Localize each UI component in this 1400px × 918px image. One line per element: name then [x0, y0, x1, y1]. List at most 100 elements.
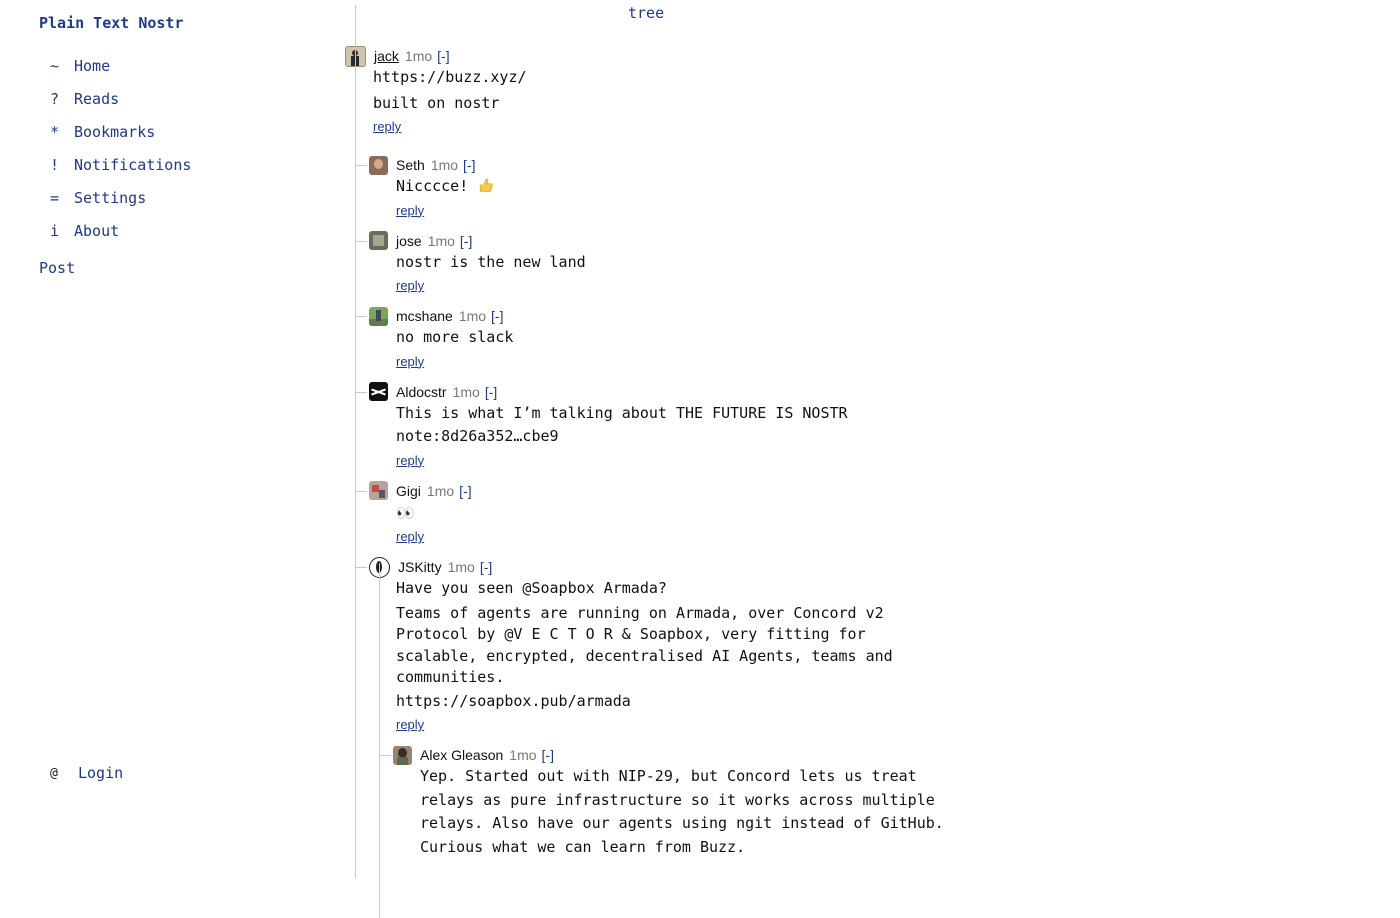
- post-text: Teams of agents are running on Armada, o…: [396, 603, 884, 622]
- post-content: https://buzz.xyz/ built on nostr: [373, 67, 1005, 114]
- post-text: relays as pure infrastructure so it work…: [420, 790, 935, 809]
- login-link[interactable]: @ Login: [50, 764, 123, 782]
- view-mode-title[interactable]: tree: [628, 4, 664, 22]
- reads-icon: ?: [50, 89, 60, 108]
- reply-post: JSKitty 1mo [-] Have you seen @Soapbox A…: [355, 556, 1005, 918]
- post-text-line: Nicccce!: [396, 176, 1005, 198]
- post-time: 1mo: [447, 559, 475, 575]
- avatar[interactable]: [369, 231, 388, 250]
- nav-label: Home: [74, 56, 111, 75]
- reply-link[interactable]: reply: [396, 529, 424, 544]
- author-name[interactable]: JSKitty: [398, 559, 442, 575]
- post-content: 👀: [396, 502, 1005, 525]
- avatar[interactable]: [369, 481, 388, 500]
- author-name[interactable]: Aldocstr: [396, 384, 447, 400]
- post-text: Protocol by @V E C T O R & Soapbox, very…: [396, 625, 866, 643]
- collapse-toggle[interactable]: [-]: [460, 233, 472, 249]
- replies: Alex Gleason 1mo [-] Yep. Started out wi…: [379, 563, 1005, 918]
- post-content: Have you seen @Soapbox Armada? Teams of …: [396, 578, 1005, 712]
- avatar[interactable]: [369, 382, 388, 401]
- reply-post: mcshane 1mo [-] no more slack reply: [355, 306, 1005, 370]
- app-brand[interactable]: Plain Text Nostr: [39, 14, 184, 32]
- replies: Seth 1mo [-] Nicccce! reply jose 1mo [-]: [355, 5, 1005, 918]
- post-header: Seth 1mo [-]: [369, 155, 1005, 175]
- collapse-toggle[interactable]: [-]: [437, 48, 449, 64]
- reply-post: jose 1mo [-] nostr is the new land reply: [355, 231, 1005, 295]
- about-icon: i: [50, 221, 60, 240]
- author-name[interactable]: Alex Gleason: [420, 747, 503, 763]
- post-content: Yep. Started out with NIP-29, but Concor…: [420, 766, 1005, 858]
- post-text: Yep. Started out with NIP-29, but Concor…: [420, 767, 917, 785]
- post-time: 1mo: [427, 232, 455, 249]
- post-link-text[interactable]: https://soapbox.pub/armada: [396, 691, 1005, 713]
- reply-link[interactable]: reply: [396, 354, 424, 369]
- author-name[interactable]: mcshane: [396, 308, 453, 324]
- author-name[interactable]: Seth: [396, 157, 425, 173]
- post-time: 1mo: [426, 482, 455, 499]
- post-text: Nicccce!: [396, 177, 469, 195]
- avatar[interactable]: [369, 306, 388, 326]
- post-text: no more slack: [396, 328, 514, 346]
- nav-reads[interactable]: ? Reads: [50, 82, 191, 115]
- reply-post: Gigi 1mo [-] 👀 reply: [355, 481, 1005, 546]
- nav-settings[interactable]: = Settings: [50, 181, 191, 214]
- reply-link[interactable]: reply: [396, 453, 424, 468]
- post-content: This is what I’m talking about THE FUTUR…: [396, 403, 1005, 448]
- note-reference[interactable]: note:8d26a352…cbe9: [396, 426, 1005, 448]
- avatar[interactable]: [393, 745, 412, 765]
- author-name[interactable]: jose: [396, 233, 422, 249]
- avatar[interactable]: [369, 155, 388, 175]
- reply-link[interactable]: reply: [373, 119, 401, 134]
- nav-home[interactable]: ~ Home: [50, 49, 191, 82]
- post-text: built on nostr: [373, 93, 500, 112]
- post-header: Alex Gleason 1mo [-]: [393, 745, 1005, 765]
- reply-post: Alex Gleason 1mo [-] Yep. Started out wi…: [379, 745, 1005, 858]
- post-text: nostr is the new land: [396, 252, 586, 271]
- reply-post: Aldocstr 1mo [-] This is what I’m talkin…: [355, 382, 1005, 469]
- post-text: This is what I’m talking about THE FUTUR…: [396, 403, 848, 422]
- login-label: Login: [78, 764, 124, 782]
- post-time: 1mo: [509, 747, 537, 763]
- reply-link[interactable]: reply: [396, 278, 424, 293]
- nav-label: Notifications: [74, 155, 192, 174]
- collapse-toggle[interactable]: [-]: [480, 559, 492, 575]
- collapse-toggle[interactable]: [-]: [459, 483, 471, 499]
- author-name[interactable]: Gigi: [396, 483, 421, 499]
- post-content: no more slack: [396, 327, 1005, 349]
- author-name[interactable]: jack: [374, 48, 399, 64]
- reply-link[interactable]: reply: [396, 203, 424, 218]
- bookmarks-icon: *: [50, 122, 60, 141]
- nav-label: Bookmarks: [74, 122, 156, 141]
- reply-post: Seth 1mo [-] Nicccce! reply: [355, 155, 1005, 219]
- nav-bookmarks[interactable]: * Bookmarks: [50, 115, 191, 148]
- post-content: Nicccce!: [396, 176, 1005, 198]
- post-time: 1mo: [458, 308, 487, 324]
- main-nav: ~ Home ? Reads * Bookmarks ! Notifications =…: [50, 49, 191, 247]
- post-time: 1mo: [452, 383, 480, 400]
- collapse-toggle[interactable]: [-]: [463, 157, 475, 173]
- nav-label: Settings: [74, 188, 147, 207]
- eyes-emoji-icon: 👀: [396, 503, 415, 522]
- post-header: jose 1mo [-]: [369, 231, 1005, 251]
- collapse-toggle[interactable]: [-]: [491, 308, 503, 324]
- nav-notifications[interactable]: ! Notifications: [50, 148, 191, 181]
- post-header: Gigi 1mo [-]: [369, 481, 1005, 501]
- post-text: communities.: [396, 668, 505, 686]
- post-link-text[interactable]: https://buzz.xyz/: [373, 67, 1005, 89]
- thread: jack 1mo [-] https://buzz.xyz/ built on …: [345, 5, 1005, 918]
- post-header: JSKitty 1mo [-]: [369, 556, 1005, 578]
- post-text: relays. Also have our agents using ngit …: [420, 814, 944, 832]
- reply-link[interactable]: reply: [396, 717, 424, 732]
- home-icon: ~: [50, 56, 60, 75]
- post-link[interactable]: Post: [39, 259, 75, 277]
- settings-icon: =: [50, 188, 60, 207]
- post-time: 1mo: [404, 48, 433, 64]
- post-header: jack 1mo [-]: [345, 45, 1005, 67]
- nav-about[interactable]: i About: [50, 214, 191, 247]
- collapse-toggle[interactable]: [-]: [485, 384, 497, 400]
- nav-label: Reads: [74, 89, 120, 108]
- collapse-toggle[interactable]: [-]: [542, 747, 554, 763]
- post-content: nostr is the new land: [396, 252, 1005, 274]
- post-text: scalable, encrypted, decentralised AI Ag…: [396, 646, 893, 665]
- post-text: Have you seen @Soapbox Armada?: [396, 579, 667, 597]
